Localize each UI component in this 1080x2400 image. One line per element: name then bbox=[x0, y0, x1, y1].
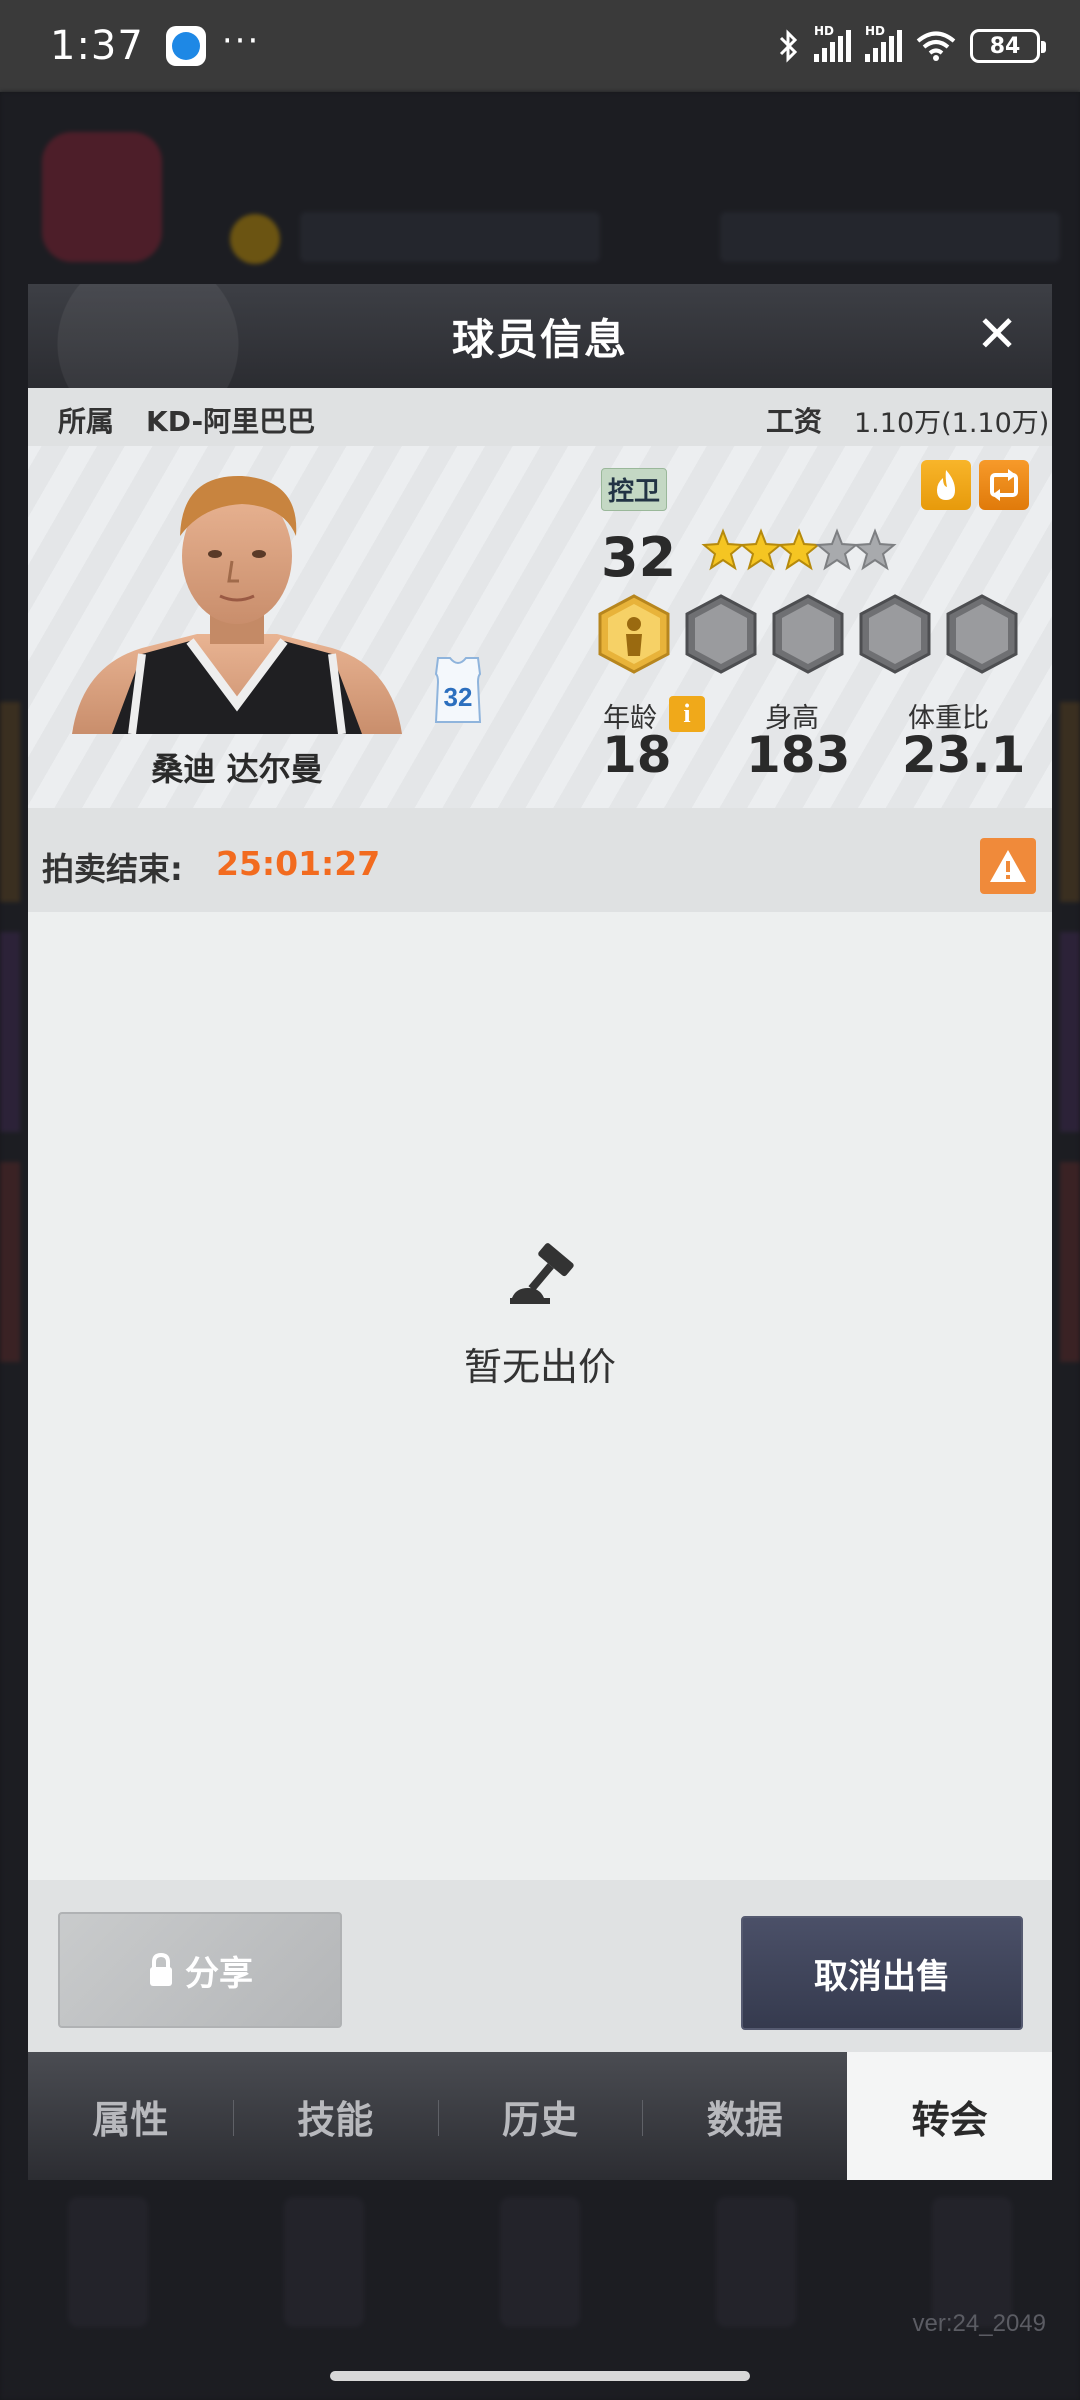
position-badge: 控卫 bbox=[601, 468, 668, 511]
cancel-sale-button[interactable]: 取消出售 bbox=[741, 1916, 1023, 2030]
player-name: 桑迪 达尔曼 bbox=[151, 750, 323, 788]
salary-label: 工资 bbox=[766, 405, 823, 438]
signal-label: HD bbox=[814, 24, 835, 38]
jersey-icon: 32 bbox=[434, 657, 482, 723]
owner-label: 所属 bbox=[58, 405, 115, 438]
lock-icon bbox=[150, 1952, 172, 1986]
player-info-dialog: 球员信息 ✕ 所属 KD-阿里巴巴 工资 1.10万(1.10万) 32 桑迪 … bbox=[28, 284, 1052, 2180]
coin-balance bbox=[300, 212, 600, 262]
weight-value: 23.1 bbox=[902, 726, 1026, 784]
skill-badge-icon[interactable] bbox=[859, 594, 931, 674]
bg-card-edge bbox=[0, 1162, 20, 1362]
no-bids-text: 暂无出价 bbox=[463, 1345, 616, 1389]
app-icon bbox=[165, 26, 206, 66]
bg-bottom-nav bbox=[0, 2152, 1080, 2372]
clock: 1:37 bbox=[50, 23, 144, 69]
wifi-icon bbox=[916, 31, 956, 61]
skill-badge-icon[interactable] bbox=[772, 594, 844, 674]
bg-card-edge bbox=[0, 702, 20, 902]
bg-card-edge bbox=[1060, 932, 1080, 1132]
battery-icon: 84 bbox=[970, 29, 1046, 63]
fire-button[interactable] bbox=[921, 460, 971, 510]
jersey-number: 32 bbox=[444, 682, 473, 712]
share-button[interactable]: 分享 bbox=[58, 1912, 342, 2028]
signal-icon: HD bbox=[814, 24, 851, 62]
star-rating bbox=[701, 528, 897, 572]
bg-card-edge bbox=[1060, 702, 1080, 902]
tab-stats[interactable]: 数据 bbox=[642, 2052, 847, 2180]
signal-label-2: HD bbox=[865, 24, 886, 38]
share-label: 分享 bbox=[185, 1953, 253, 1994]
warning-icon bbox=[990, 850, 1026, 882]
star-icon bbox=[853, 528, 897, 571]
skill-badge-icon[interactable] bbox=[946, 594, 1018, 674]
home-indicator[interactable] bbox=[330, 2371, 750, 2381]
info-icon[interactable]: i bbox=[669, 696, 705, 732]
action-area: 分享 取消出售 bbox=[28, 1880, 1052, 2052]
swap-button[interactable] bbox=[979, 460, 1029, 510]
report-button[interactable] bbox=[980, 838, 1036, 894]
overall-rating: 32 bbox=[601, 526, 677, 589]
age-value: 18 bbox=[602, 726, 672, 784]
gem-balance bbox=[720, 212, 1060, 262]
fire-icon bbox=[937, 470, 955, 500]
skill-badges bbox=[598, 594, 1018, 674]
auction-countdown: 25:01:27 bbox=[216, 844, 381, 883]
coin-icon bbox=[230, 214, 280, 264]
tab-transfer[interactable]: 转会 bbox=[847, 2052, 1052, 2180]
status-bar: 1:37 ··· HD HD 84 bbox=[0, 0, 1080, 92]
owner-value: KD-阿里巴巴 bbox=[146, 405, 316, 438]
owner-salary-bar: 所属 KD-阿里巴巴 工资 1.10万(1.10万) bbox=[28, 388, 1052, 446]
height-value: 183 bbox=[746, 726, 851, 784]
auction-bar: 拍卖结束: 25:01:27 bbox=[28, 808, 1052, 912]
close-icon[interactable]: ✕ bbox=[976, 304, 1018, 364]
tab-history[interactable]: 历史 bbox=[437, 2052, 643, 2180]
dialog-tabs: 属性 技能 历史 数据 转会 bbox=[28, 2052, 1052, 2180]
dialog-title: 球员信息 bbox=[451, 315, 628, 364]
signal-icon-2: HD bbox=[865, 24, 902, 62]
version-label: ver:24_2049 bbox=[912, 2310, 1046, 2337]
dialog-header: 球员信息 ✕ bbox=[28, 284, 1052, 388]
tab-attributes[interactable]: 属性 bbox=[28, 2052, 233, 2180]
bg-card-edge bbox=[1060, 1162, 1080, 1362]
more-notifications-icon: ··· bbox=[221, 21, 261, 61]
gavel-icon bbox=[510, 1243, 574, 1304]
team-logo bbox=[42, 132, 162, 262]
swap-icon bbox=[990, 469, 1018, 501]
bluetooth-icon bbox=[779, 29, 798, 63]
auction-label: 拍卖结束: bbox=[42, 850, 183, 888]
skill-badge-icon[interactable] bbox=[598, 594, 670, 674]
player-card: 32 桑迪 达尔曼 控卫 32 年龄 i 身高 体重比 18 183 23.1 bbox=[28, 446, 1052, 808]
player-portrait bbox=[72, 475, 402, 734]
bg-card-edge bbox=[0, 932, 20, 1132]
salary-value: 1.10万(1.10万) bbox=[854, 408, 1050, 439]
tab-skills[interactable]: 技能 bbox=[232, 2052, 438, 2180]
skill-badge-icon[interactable] bbox=[685, 594, 757, 674]
